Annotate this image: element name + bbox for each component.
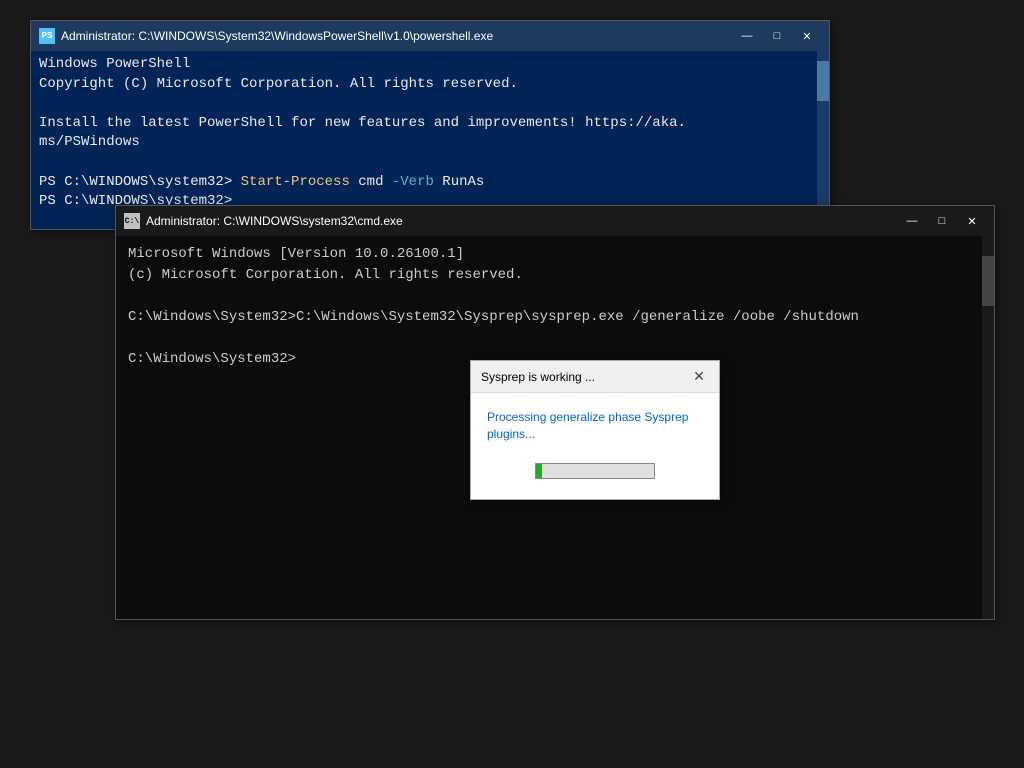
sysprep-body: Processing generalize phase Sysprep plug… [471, 393, 719, 499]
powershell-window[interactable]: PS Administrator: C:\WINDOWS\System32\Wi… [30, 20, 830, 230]
cmd-close-btn[interactable]: ✕ [958, 211, 986, 231]
cmd-line-2: (c) Microsoft Corporation. All rights re… [128, 265, 968, 286]
ps-line-6 [39, 153, 807, 173]
powershell-body[interactable]: Windows PowerShell Copyright (C) Microso… [31, 51, 829, 229]
cmd-line-4: C:\Windows\System32>C:\Windows\System32\… [128, 307, 968, 328]
ps-line-5: ms/PSWindows [39, 133, 807, 153]
ps-line-3 [39, 94, 807, 114]
ps-line-2: Copyright (C) Microsoft Corporation. All… [39, 75, 807, 95]
powershell-scrollbar[interactable] [817, 51, 829, 229]
ps-line-4: Install the latest PowerShell for new fe… [39, 114, 807, 134]
cmd-icon: C:\ [124, 213, 140, 229]
sysprep-dialog-title: Sysprep is working ... [481, 370, 689, 384]
cmd-scrollbar-thumb[interactable] [982, 256, 994, 306]
sysprep-progress-container [487, 463, 703, 479]
sysprep-message: Processing generalize phase Sysprep plug… [487, 409, 703, 443]
sysprep-close-btn[interactable]: ✕ [689, 367, 709, 387]
powershell-maximize-btn[interactable]: □ [763, 26, 791, 46]
ps-line-7: PS C:\WINDOWS\system32> Start-Process cm… [39, 173, 807, 193]
cmd-titlebar: C:\ Administrator: C:\WINDOWS\system32\c… [116, 206, 994, 236]
cmd-title: Administrator: C:\WINDOWS\system32\cmd.e… [146, 214, 898, 228]
sysprep-progress-fill [536, 464, 542, 478]
powershell-window-controls: — □ ✕ [733, 26, 821, 46]
powershell-title: Administrator: C:\WINDOWS\System32\Windo… [61, 29, 733, 43]
cmd-line-3 [128, 286, 968, 307]
cmd-content: Microsoft Windows [Version 10.0.26100.1]… [128, 244, 982, 370]
cmd-minimize-btn[interactable]: — [898, 211, 926, 231]
powershell-icon: PS [39, 28, 55, 44]
powershell-content: Windows PowerShell Copyright (C) Microso… [39, 55, 821, 212]
sysprep-titlebar: Sysprep is working ... ✕ [471, 361, 719, 393]
cmd-line-5 [128, 328, 968, 349]
sysprep-dialog[interactable]: Sysprep is working ... ✕ Processing gene… [470, 360, 720, 500]
cmd-scrollbar[interactable] [982, 236, 994, 619]
powershell-minimize-btn[interactable]: — [733, 26, 761, 46]
powershell-titlebar: PS Administrator: C:\WINDOWS\System32\Wi… [31, 21, 829, 51]
cmd-window-controls: — □ ✕ [898, 211, 986, 231]
cmd-maximize-btn[interactable]: □ [928, 211, 956, 231]
powershell-scrollbar-thumb[interactable] [817, 61, 829, 101]
sysprep-progress-bar [535, 463, 655, 479]
cmd-line-1: Microsoft Windows [Version 10.0.26100.1] [128, 244, 968, 265]
powershell-close-btn[interactable]: ✕ [793, 26, 821, 46]
ps-line-1: Windows PowerShell [39, 55, 807, 75]
